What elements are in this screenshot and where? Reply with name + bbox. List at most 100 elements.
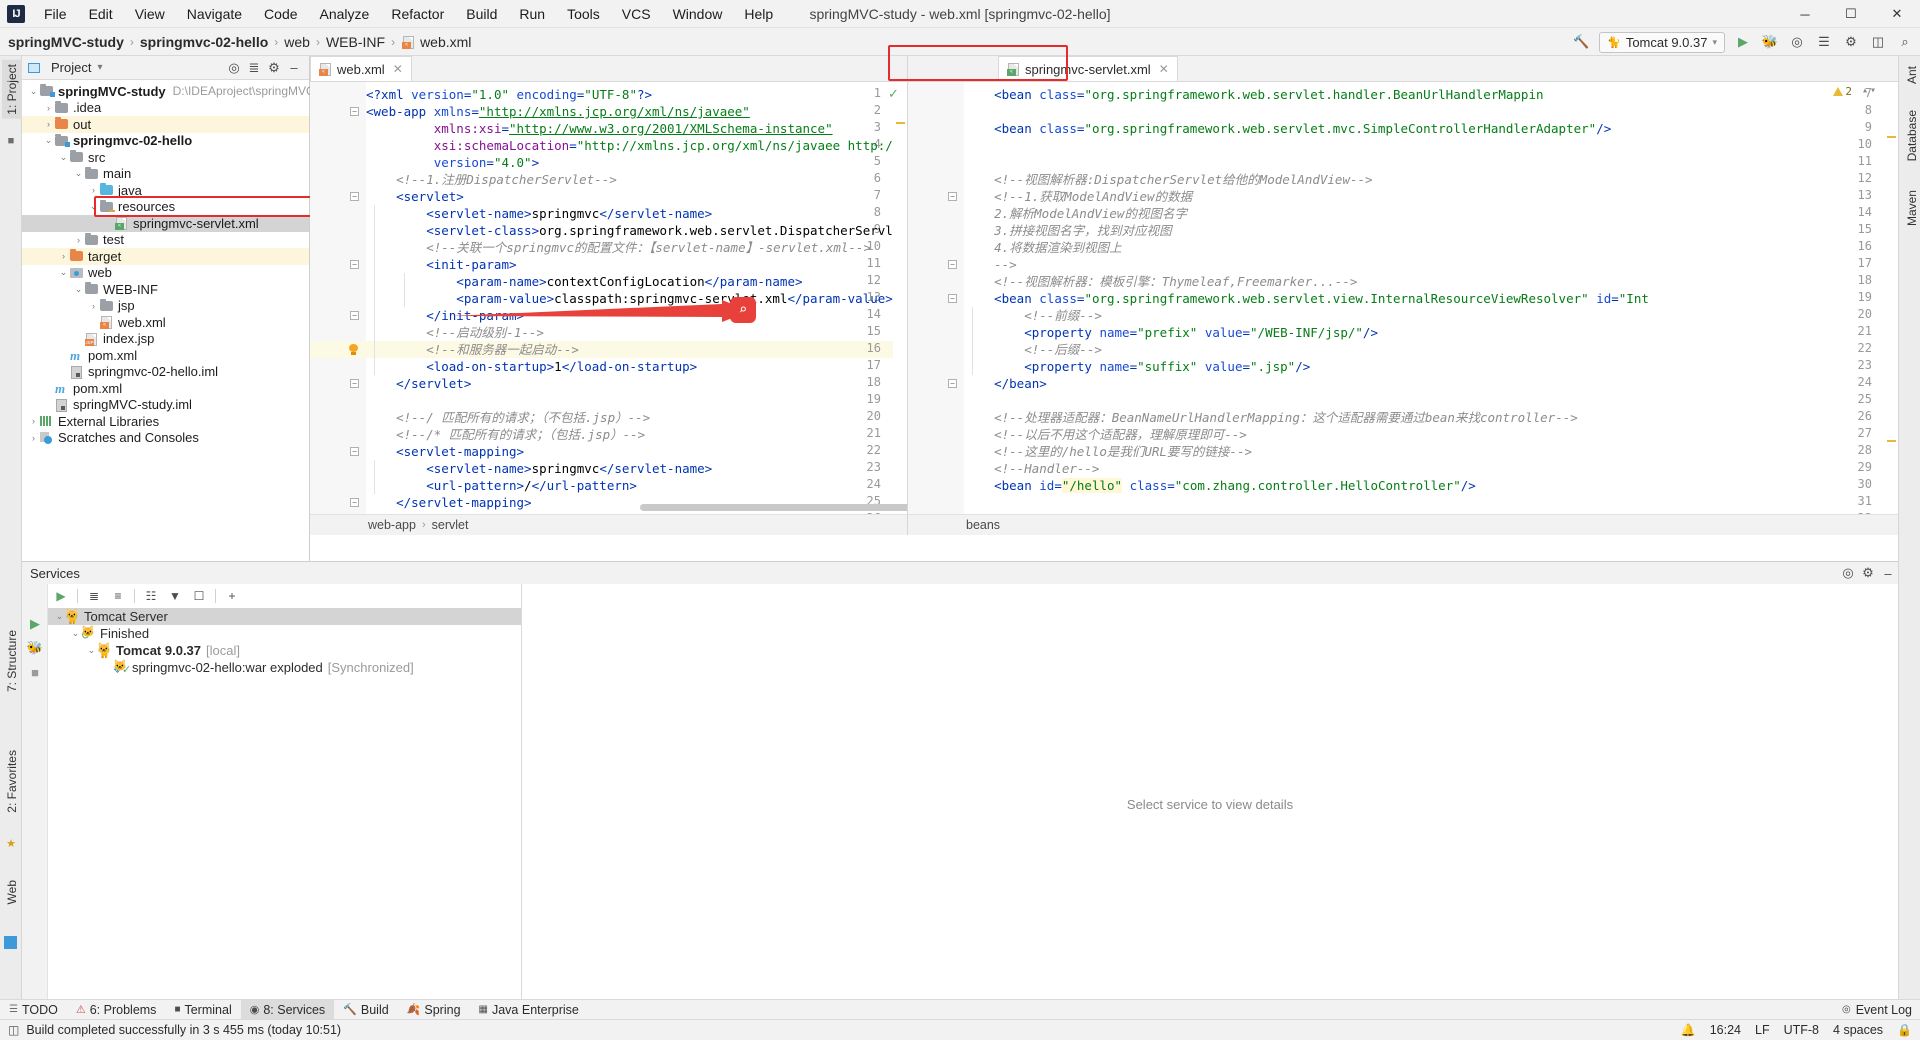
build-hammer-icon[interactable]: 🔨	[1572, 33, 1590, 51]
project-tree-item-web-xml[interactable]: < web.xml	[22, 314, 309, 331]
chevron-right-icon[interactable]: ›	[88, 301, 99, 311]
chevron-down-icon[interactable]: ⌄	[73, 168, 84, 179]
fold-toggle-icon[interactable]: −	[948, 192, 957, 201]
menu-run[interactable]: Run	[508, 2, 556, 26]
status-line-separator[interactable]: LF	[1755, 1023, 1770, 1037]
code-editor-web-xml[interactable]: 1 <?xml version="1.0" encoding="UTF-8"?> 2…	[310, 82, 907, 535]
services-hide-icon[interactable]: –	[1878, 563, 1898, 583]
profiler-button[interactable]: ☰	[1815, 33, 1833, 51]
fold-toggle-icon[interactable]: −	[948, 379, 957, 388]
chevron-right-icon[interactable]: ›	[28, 416, 39, 426]
chevron-down-icon[interactable]: ▾	[97, 62, 102, 73]
horizontal-scrollbar-left[interactable]	[640, 504, 907, 511]
notification-icon[interactable]: 🔔	[1681, 1023, 1696, 1037]
bottom-tab-java-enterprise[interactable]: ▦ Java Enterprise	[470, 1000, 588, 1020]
breadcrumb-webinf[interactable]: WEB-INF	[326, 34, 385, 50]
project-tree-item-java[interactable]: › java	[22, 182, 309, 199]
chevron-right-icon[interactable]: ›	[28, 433, 39, 443]
project-tree-item-jsp[interactable]: › jsp	[22, 298, 309, 315]
project-tree-item-main[interactable]: ⌄ main	[22, 166, 309, 183]
breadcrumb-webapp[interactable]: web-app	[368, 518, 416, 532]
chevron-right-icon[interactable]: ›	[88, 185, 99, 195]
run-button[interactable]: ▶	[1734, 33, 1752, 51]
menu-build[interactable]: Build	[455, 2, 508, 26]
fold-toggle-icon[interactable]: −	[350, 447, 359, 456]
add-service-icon[interactable]: +	[221, 585, 243, 607]
fold-toggle-icon[interactable]: −	[350, 260, 359, 269]
fold-toggle-icon[interactable]: −	[350, 107, 359, 116]
chevron-down-icon[interactable]: ⌄	[73, 284, 84, 295]
layout-button[interactable]: ◫	[1869, 33, 1887, 51]
settings-button[interactable]: ⚙	[1842, 33, 1860, 51]
project-tree-item-src[interactable]: ⌄ src	[22, 149, 309, 166]
status-encoding[interactable]: UTF-8	[1784, 1023, 1819, 1037]
group-icon[interactable]: ☷	[140, 585, 162, 607]
menu-analyze[interactable]: Analyze	[309, 2, 381, 26]
tool-tab-structure[interactable]: 7: Structure	[2, 626, 22, 696]
bottom-tab-problems[interactable]: ⚠ 6: Problems	[67, 1000, 166, 1020]
menu-vcs[interactable]: VCS	[611, 2, 662, 26]
project-tree-item-springmvc-02-hello-iml[interactable]: springmvc-02-hello.iml	[22, 364, 309, 381]
hide-panel-icon[interactable]: –	[284, 58, 304, 78]
menu-code[interactable]: Code	[253, 2, 308, 26]
chevron-down-icon[interactable]: ⌄	[43, 135, 54, 146]
tool-tab-web[interactable]: Web	[2, 876, 22, 908]
menu-edit[interactable]: Edit	[78, 2, 124, 26]
bottom-tab-spring[interactable]: 🍂 Spring	[398, 1000, 470, 1020]
chevron-right-icon[interactable]: ›	[43, 103, 54, 113]
maximize-icon[interactable]: ☐	[1828, 0, 1874, 28]
collapse-all-icon[interactable]: ≣	[244, 58, 264, 78]
chevron-down-icon[interactable]: ⌄	[70, 628, 81, 639]
tab-springmvc-servlet-xml[interactable]: < springmvc-servlet.xml ✕	[998, 56, 1178, 81]
run-service-icon[interactable]: ▶	[50, 585, 72, 607]
breadcrumb-webxml[interactable]: web.xml	[420, 34, 471, 50]
tool-tab-favorites[interactable]: 2: Favorites	[2, 746, 22, 817]
close-icon[interactable]: ✕	[1874, 0, 1920, 28]
coverage-button[interactable]: ◎	[1788, 33, 1806, 51]
project-tree-item-resources[interactable]: ⌄ resources	[22, 199, 309, 216]
services-tree-item-tomcat-9-0-37[interactable]: ⌄🐈 Tomcat 9.0.37 [local]	[48, 642, 521, 659]
locate-file-icon[interactable]: ◎	[224, 58, 244, 78]
breadcrumb-web[interactable]: web	[284, 34, 310, 50]
chevron-down-icon[interactable]: ⌄	[58, 267, 69, 278]
fold-toggle-icon[interactable]: −	[948, 294, 957, 303]
chevron-down-icon[interactable]: ⌄	[28, 86, 39, 97]
tab-web-xml[interactable]: < web.xml ✕	[310, 56, 412, 81]
project-tree-item-out[interactable]: › out	[22, 116, 309, 133]
services-settings-icon[interactable]: ⚙	[1858, 563, 1878, 583]
chevron-right-icon[interactable]: ›	[58, 251, 69, 261]
minimize-icon[interactable]: ─	[1782, 0, 1828, 28]
fold-toggle-icon[interactable]: −	[948, 260, 957, 269]
project-tree-item-springmvc-study-iml[interactable]: springMVC-study.iml	[22, 397, 309, 414]
breadcrumb-servlet[interactable]: servlet	[432, 518, 469, 532]
project-tree-item-springmvc-02-hello[interactable]: ⌄ springmvc-02-hello	[22, 133, 309, 150]
collapse-all-icon[interactable]: ≡	[107, 585, 129, 607]
tool-tab-database[interactable]: Database	[1902, 106, 1920, 165]
project-tree-item-springmvc-servlet-xml[interactable]: < springmvc-servlet.xml	[22, 215, 309, 232]
chevron-right-icon[interactable]: ›	[43, 119, 54, 129]
fold-toggle-icon[interactable]: −	[350, 379, 359, 388]
menu-navigate[interactable]: Navigate	[176, 2, 253, 26]
tool-tab-project[interactable]: 1: Project	[2, 60, 22, 119]
tool-tab-maven[interactable]: Maven	[1902, 186, 1920, 230]
menu-refactor[interactable]: Refactor	[380, 2, 455, 26]
menu-help[interactable]: Help	[733, 2, 784, 26]
run-icon[interactable]: ▶	[22, 612, 48, 636]
project-tree-item-scratches-and-consoles[interactable]: › Scratches and Consoles	[22, 430, 309, 447]
bottom-tab-build[interactable]: 🔨 Build	[334, 1000, 398, 1020]
chevron-down-icon[interactable]: ⌄	[58, 152, 69, 163]
add-tab-icon[interactable]: ☐	[188, 585, 210, 607]
web-strip-icon[interactable]	[4, 936, 17, 949]
run-configuration-selector[interactable]: 🐈 Tomcat 9.0.37 ▾	[1599, 31, 1725, 53]
error-stripe-right[interactable]	[1884, 82, 1898, 535]
project-tree-item-web-inf[interactable]: ⌄ WEB-INF	[22, 281, 309, 298]
favorites-star-icon[interactable]: ★	[4, 836, 18, 850]
menu-window[interactable]: Window	[662, 2, 734, 26]
project-tree-item-web[interactable]: ⌄ web	[22, 265, 309, 282]
services-help-icon[interactable]: ◎	[1838, 563, 1858, 583]
fold-toggle-icon[interactable]: −	[350, 311, 359, 320]
menu-view[interactable]: View	[124, 2, 176, 26]
filter-icon[interactable]: ▼	[164, 585, 186, 607]
expand-all-icon[interactable]: ≣	[83, 585, 105, 607]
project-tree-item-pom-xml[interactable]: m pom.xml	[22, 347, 309, 364]
